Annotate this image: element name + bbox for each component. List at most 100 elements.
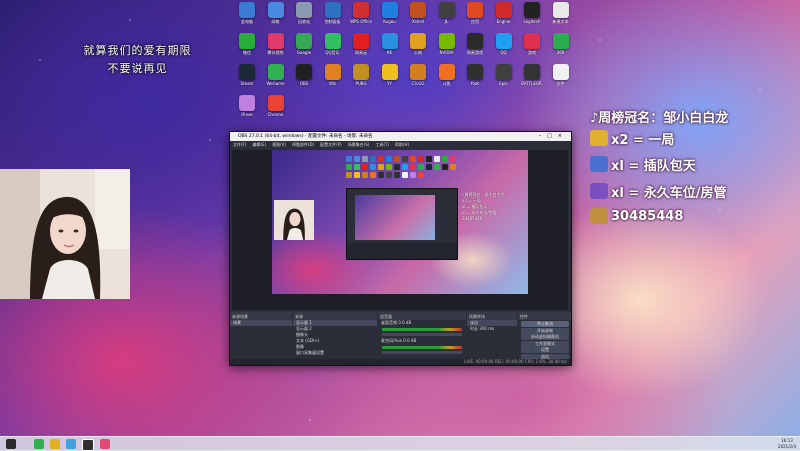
taskbar-folder-icon[interactable] <box>50 439 60 449</box>
desktop-shortcut[interactable]: 回收站 <box>291 2 317 32</box>
obs-preview[interactable]: ♪周榜冠名：邹小白白龙 x2 = 一局 xl = 插队包天 xl = 永久车位/… <box>232 150 568 310</box>
desktop-shortcut[interactable]: 网易云 <box>348 33 374 63</box>
obs-menu-item[interactable]: 文件(F) <box>233 141 246 149</box>
taskbar-qq-icon[interactable] <box>66 439 76 449</box>
desktop-audio-meter <box>382 328 462 331</box>
desktop-shortcut[interactable]: QQ音乐 <box>320 33 346 63</box>
desktop-shortcut[interactable]: Engine <box>491 2 517 32</box>
desktop-shortcut[interactable]: Steam <box>234 64 260 94</box>
wechat-icon <box>239 33 255 49</box>
desktop-shortcut[interactable]: Wiz <box>320 64 346 94</box>
obs-control-button[interactable]: 开始录制 <box>521 327 569 334</box>
taskbar-wechat-icon[interactable] <box>34 439 44 449</box>
desktop-shortcut[interactable]: 新建文本 <box>548 2 574 32</box>
clock[interactable]: 16:13 2021/2/4 <box>778 438 796 450</box>
battlegrounds-icon <box>524 64 540 80</box>
preview-icon <box>410 172 416 178</box>
mic-volume-slider[interactable] <box>382 351 462 354</box>
obs-menu-item[interactable]: 视图(V) <box>272 141 286 149</box>
start-icon[interactable] <box>6 439 16 449</box>
desktop-shortcut[interactable]: Riot <box>462 64 488 94</box>
desktop-shortcut[interactable]: 腾讯视频 <box>263 33 289 63</box>
desktop-shortcut[interactable]: WeGame <box>263 64 289 94</box>
desktop-shortcut[interactable]: NVIDIA <box>434 33 460 63</box>
huorong-icon <box>410 33 426 49</box>
desktop-shortcut[interactable]: 文件 <box>548 64 574 94</box>
desktop-shortcut[interactable]: WPS Office <box>348 2 374 32</box>
desktop-shortcut[interactable]: PUBG <box>348 64 374 94</box>
obs-menu-item[interactable]: 停靠部件(D) <box>292 141 314 149</box>
desktop-shortcut[interactable]: Epic <box>491 64 517 94</box>
preview-icon <box>426 156 432 162</box>
gift-rule-row: 30485448 <box>590 206 683 226</box>
mixer-header: 混音器 <box>378 313 466 320</box>
desktop-shortcut[interactable]: KK <box>377 33 403 63</box>
gift-rule-row: xl = 插队包天 <box>590 154 696 174</box>
netease-game-icon <box>467 33 483 49</box>
desktop-shortcut[interactable]: 360 <box>548 33 574 63</box>
streamer-photo <box>0 169 130 299</box>
source-item[interactable]: 窗口采集器设置 <box>293 350 377 356</box>
desktop-shortcut[interactable]: QQ <box>491 33 517 63</box>
taskbar-app-icon[interactable] <box>100 439 110 449</box>
obs-control-button[interactable]: 停止推流 <box>521 321 569 327</box>
desktop-shortcut[interactable]: BATTLEGR. <box>519 64 545 94</box>
desktop-shortcut-label: WeGame <box>266 81 285 86</box>
desktop-shortcut-label: PUBG <box>355 81 367 86</box>
desktop-shortcut[interactable]: 网易游戏 <box>462 33 488 63</box>
scene-item[interactable]: 场景 <box>230 320 292 326</box>
desktop-shortcut[interactable]: 斗鱼 <box>434 64 460 94</box>
epic-icon <box>495 64 512 80</box>
desktop-volume-slider[interactable] <box>382 333 462 336</box>
desktop-shortcut[interactable]: 此电脑 <box>234 2 260 32</box>
desktop-shortcut[interactable]: Chrome <box>263 95 289 125</box>
obs-menu-item[interactable]: 配置文件(P) <box>320 141 342 149</box>
desktop-shortcut[interactable]: 网络 <box>263 2 289 32</box>
gift-rule-text: xl = 永久车位/房管 <box>611 185 727 201</box>
taskbar-obs-icon[interactable] <box>82 439 94 451</box>
desktop-shortcut[interactable]: 微信 <box>234 33 260 63</box>
preview-icon <box>402 164 408 170</box>
desktop-shortcut-label: Logitech <box>523 19 541 24</box>
desktop-shortcut-label: 网络 <box>271 19 280 24</box>
close-icon[interactable]: × <box>558 133 568 139</box>
desktop-shortcut[interactable]: Xshell <box>405 2 431 32</box>
controls-dock: 控件 停止推流 开始录制 启动虚拟摄像机 工作室模式 设置 退出 <box>518 312 571 361</box>
desktop-shortcut[interactable]: 控制面板 <box>320 2 346 32</box>
duration-field[interactable]: 时长 300 ms <box>467 326 517 332</box>
desktop-shortcut[interactable]: YY <box>377 64 403 94</box>
preview-icon <box>370 164 376 170</box>
desktop-shortcut-label: 游戏 <box>528 50 536 55</box>
kk-icon <box>381 33 398 49</box>
mixer-desktop-label: 桌面音频 0.0 dB <box>381 320 412 325</box>
preview-icon <box>346 156 352 162</box>
desktop-shortcut[interactable]: CS:GO <box>405 64 431 94</box>
desktop-shortcut[interactable]: 游戏 <box>519 33 545 63</box>
obs-control-button[interactable]: 启动虚拟摄像机 <box>521 334 569 341</box>
obs-window[interactable]: OBS 27.0.1 (64-bit, windows) - 配置文件: 未命名… <box>229 131 572 366</box>
window-controls[interactable]: –□× <box>539 132 568 141</box>
desktop-shortcut-label: 斗鱼 <box>442 81 451 86</box>
obs-menu-item[interactable]: 编辑(E) <box>252 141 266 149</box>
obs-control-button[interactable]: 工作室模式 <box>521 340 569 347</box>
minimize-icon[interactable]: – <box>539 133 548 139</box>
obs-titlebar[interactable]: OBS 27.0.1 (64-bit, windows) - 配置文件: 未命名… <box>230 132 571 141</box>
desktop-shortcut[interactable]: Google <box>291 33 317 63</box>
game-red-icon <box>524 33 540 49</box>
preview-icon <box>402 172 408 178</box>
obs-control-button[interactable]: 设置 <box>521 347 569 354</box>
obs-menu-item[interactable]: 帮助(H) <box>395 141 409 149</box>
desktop-shortcut[interactable]: 应用 <box>462 2 488 32</box>
network-icon <box>267 2 284 18</box>
kugou-icon <box>381 2 398 18</box>
obs-menu-item[interactable]: 场景集合(S) <box>348 141 370 149</box>
obs-menu-item[interactable]: 工具(T) <box>375 141 389 149</box>
desktop-shortcut[interactable]: Logitech <box>519 2 545 32</box>
desktop-shortcut-label: QQ音乐 <box>325 50 340 55</box>
desktop-shortcut[interactable]: IP.exe <box>234 95 260 125</box>
maximize-icon[interactable]: □ <box>547 133 558 139</box>
desktop-shortcut[interactable]: OBS <box>291 64 317 94</box>
desktop-shortcut[interactable]: Kugou <box>377 2 403 32</box>
desktop-shortcut[interactable]: JL <box>434 2 460 32</box>
desktop-shortcut[interactable]: 火绒 <box>405 33 431 63</box>
